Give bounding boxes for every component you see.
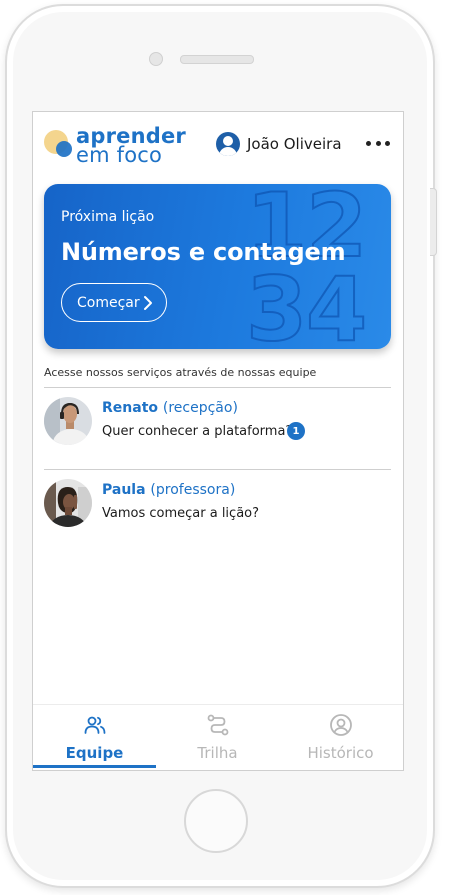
active-tab-indicator: [33, 765, 156, 768]
unread-badge: 1: [287, 422, 305, 440]
chat-name: Paula (professora): [102, 482, 236, 498]
bg-digit-4: 4: [306, 258, 367, 349]
app-logo: aprender em foco: [42, 125, 186, 167]
route-icon: [207, 714, 229, 736]
chat-message: Vamos começar a lição?: [102, 506, 260, 521]
start-lesson-label: Começar: [77, 294, 140, 311]
chat-item-paula[interactable]: Paula (professora) Vamos começar a lição…: [44, 479, 391, 539]
user-profile[interactable]: João Oliveira: [216, 131, 342, 157]
start-lesson-button[interactable]: Começar: [61, 283, 167, 322]
tab-label: Histórico: [307, 744, 374, 762]
tab-equipe[interactable]: Equipe: [33, 705, 156, 770]
user-avatar-icon: [216, 132, 240, 156]
chat-message: Quer conhecer a plataforma?: [102, 424, 293, 439]
chevron-right-icon: [144, 296, 152, 310]
logo-mark-blue: [56, 141, 72, 157]
next-lesson-label: Próxima lição: [61, 209, 155, 225]
users-icon: [84, 716, 106, 734]
logo-text-line2: em foco: [76, 143, 163, 167]
bottom-nav: Equipe Trilha Histórico: [33, 704, 403, 770]
tab-label: Trilha: [197, 744, 238, 762]
divider: [44, 387, 391, 388]
avatar: [44, 479, 92, 527]
phone-side-button: [430, 188, 437, 256]
chat-name: Renato (recepção): [102, 400, 238, 416]
bg-digit-3: 3: [246, 258, 307, 349]
team-hint-text: Acesse nossos serviços através de nossas…: [44, 366, 317, 379]
tab-trilha[interactable]: Trilha: [156, 705, 279, 770]
next-lesson-title: Números e contagem: [61, 238, 346, 266]
tab-label: Equipe: [65, 744, 124, 762]
chat-item-renato[interactable]: Renato (recepção) Quer conhecer a plataf…: [44, 397, 391, 457]
phone-camera: [149, 52, 163, 66]
tab-historico[interactable]: Histórico: [279, 705, 402, 770]
avatar: [44, 397, 92, 445]
phone-home-button: [184, 789, 248, 853]
user-circle-icon: [330, 714, 352, 736]
app-screen: aprender em foco João Oliveira 1 2 3 4 P…: [32, 111, 404, 771]
phone-speaker: [180, 55, 254, 64]
next-lesson-card[interactable]: 1 2 3 4 Próxima lição Números e contagem…: [44, 184, 391, 349]
user-name: João Oliveira: [247, 135, 342, 153]
divider: [44, 469, 391, 470]
more-horizontal-icon[interactable]: [366, 131, 390, 155]
